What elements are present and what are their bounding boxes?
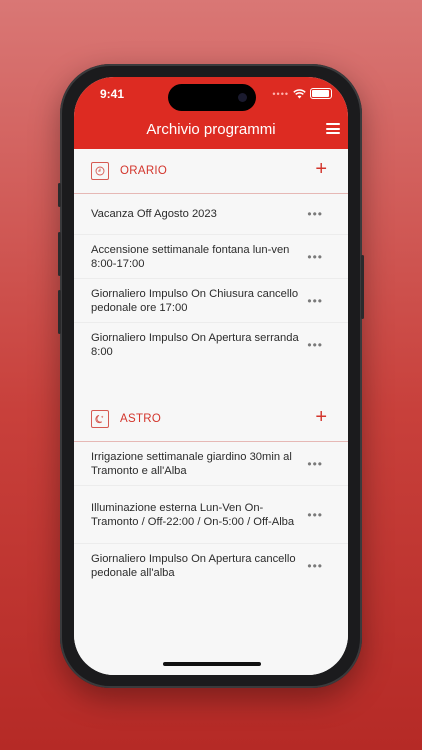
section-header-orario: ORARIO + [74,149,348,194]
list-item[interactable]: Irrigazione settimanale giardino 30min a… [74,442,348,486]
section-orario: ORARIO + Vacanza Off Agosto 2023 ••• Acc… [74,149,348,366]
volume-down-button [58,290,61,334]
list-item[interactable]: Giornaliero Impulso On Apertura cancello… [74,544,348,587]
app-screen: 9:41 •••• Archivio programmi ORARIO + Va… [74,77,348,675]
cellular-signal-icon: •••• [272,88,289,99]
status-time: 9:41 [100,87,125,101]
program-list: ORARIO + Vacanza Off Agosto 2023 ••• Acc… [74,149,348,675]
section-label: ASTRO [120,413,162,425]
list-item[interactable]: Vacanza Off Agosto 2023 ••• [74,194,348,235]
home-indicator[interactable] [163,662,261,666]
section-label: ORARIO [120,165,168,177]
more-options-icon[interactable]: ••• [307,294,323,308]
status-icons: •••• [272,88,332,99]
hamburger-menu-icon[interactable] [326,123,340,134]
list-item[interactable]: Giornaliero Impulso On Chiusura cancello… [74,279,348,323]
add-orario-button[interactable]: + [315,159,327,179]
add-astro-button[interactable]: + [315,407,327,427]
page-title: Archivio programmi [146,121,276,138]
mute-switch [58,183,61,207]
list-item[interactable]: Giornaliero Impulso On Apertura serranda… [74,323,348,366]
more-options-icon[interactable]: ••• [307,250,323,264]
header-bar: 9:41 •••• Archivio programmi [74,77,348,149]
item-label: Illuminazione esterna Lun-Ven On-Tramont… [91,501,295,528]
camera-icon [238,93,247,102]
wifi-icon [293,88,306,98]
item-label: Giornaliero Impulso On Apertura cancello… [91,552,296,579]
section-astro: ASTRO + Irrigazione settimanale giardino… [74,397,348,587]
battery-icon [310,88,332,99]
moon-star-icon [91,410,109,428]
section-header-astro: ASTRO + [74,397,348,442]
more-options-icon[interactable]: ••• [307,338,323,352]
more-options-icon[interactable]: ••• [307,559,323,573]
more-options-icon[interactable]: ••• [307,457,323,471]
list-item[interactable]: Accensione settimanale fontana lun-ven 8… [74,235,348,279]
clock-icon [91,162,109,180]
item-label: Giornaliero Impulso On Chiusura cancello… [91,287,299,314]
more-options-icon[interactable]: ••• [307,508,323,522]
dynamic-island [168,84,256,111]
volume-up-button [58,232,61,276]
more-options-icon[interactable]: ••• [307,207,323,221]
power-button [361,255,364,319]
item-label: Accensione settimanale fontana lun-ven 8… [91,243,290,270]
list-item[interactable]: Illuminazione esterna Lun-Ven On-Tramont… [74,486,348,544]
item-label: Irrigazione settimanale giardino 30min a… [91,450,292,477]
item-label: Giornaliero Impulso On Apertura serranda… [91,331,299,358]
item-label: Vacanza Off Agosto 2023 [91,208,217,220]
